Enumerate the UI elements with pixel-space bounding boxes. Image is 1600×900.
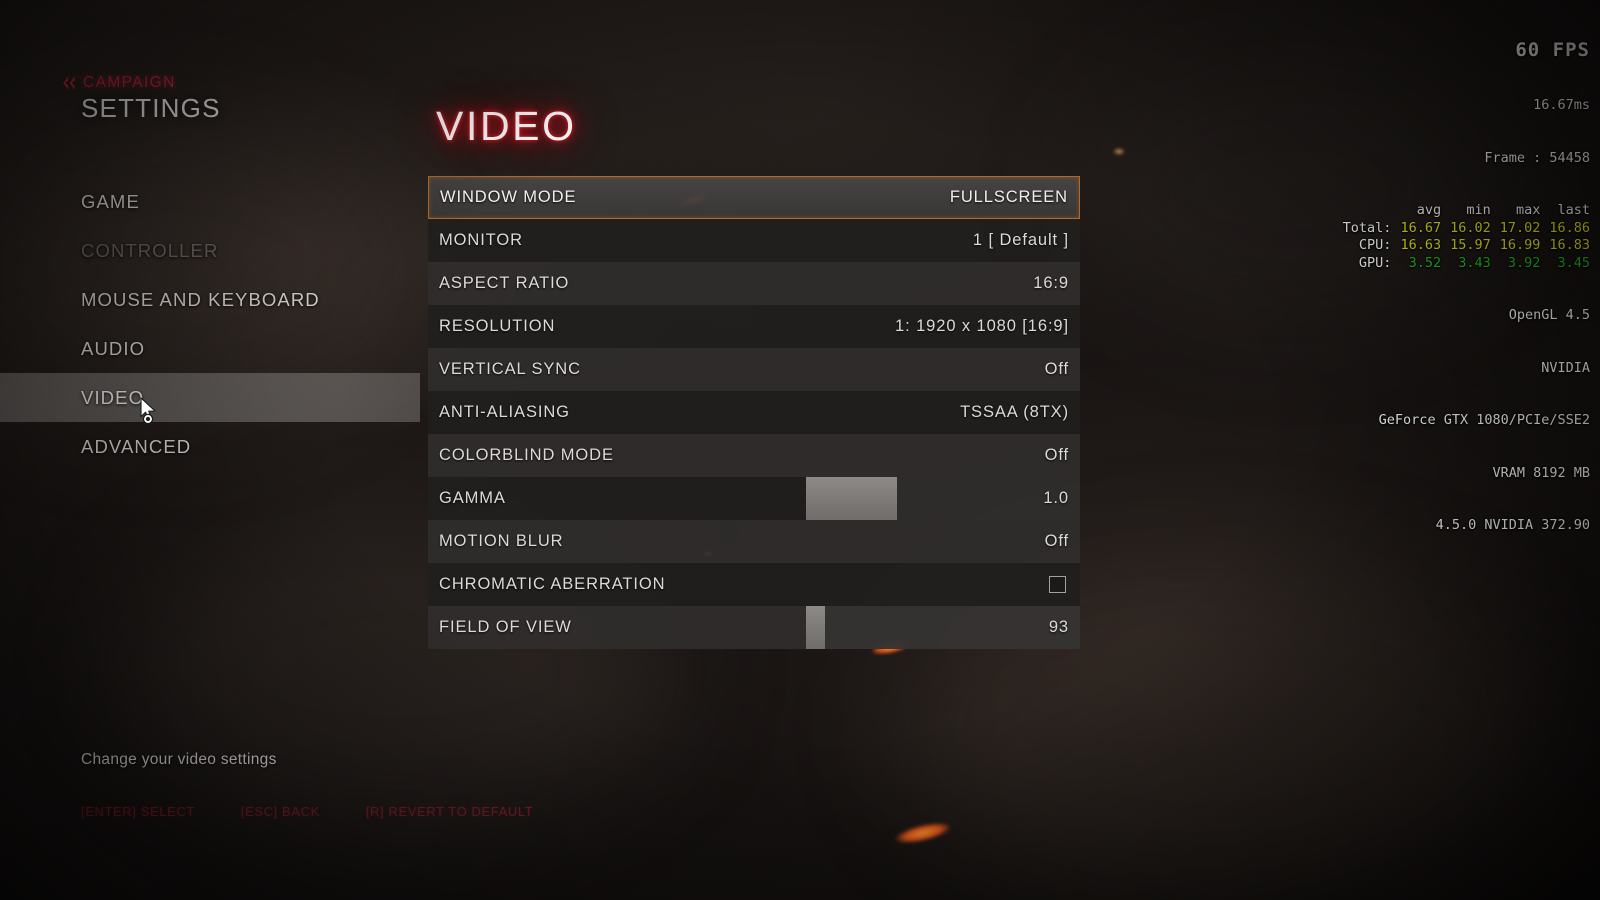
perf-row-gpu: GPU: 3.52 3.43 3.92 3.45 [1343,255,1590,273]
option-value: 1 [ Default ] [972,231,1069,249]
frametime-readout: 16.67ms [1533,97,1590,113]
option-row-motion-blur[interactable]: MOTION BLUR Off [428,520,1080,563]
hint-enter-select[interactable]: [ENTER] SELECT [81,804,195,819]
perf-value: 17.02 [1499,219,1541,236]
perf-value: 3.52 [1408,254,1442,271]
sidebar-item-label: CONTROLLER [81,240,219,261]
option-value: FULLSCREEN [949,188,1068,206]
perf-col-last: last [1557,202,1590,218]
option-row-vertical-sync[interactable]: VERTICAL SYNC Off [428,348,1080,391]
perf-row-cpu: CPU: 16.63 15.97 16.99 16.83 [1343,237,1590,255]
sidebar-item-advanced[interactable]: ADVANCED [0,422,420,471]
option-label: WINDOW MODE [440,188,577,206]
option-label: MONITOR [439,231,523,249]
option-value: 16:9 [1033,274,1069,292]
option-row-aspect-ratio[interactable]: ASPECT RATIO 16:9 [428,262,1080,305]
option-label: ANTI-ALIASING [439,403,570,421]
perf-row-label: Total: [1342,219,1392,236]
option-label: CHROMATIC ABERRATION [439,575,666,593]
option-value: Off [1044,532,1069,550]
perf-value: 16.63 [1400,237,1442,253]
sidebar-item-label: ADVANCED [81,436,192,457]
gamma-slider-fill[interactable] [806,477,897,520]
settings-heading: SETTINGS [81,93,221,123]
option-label: GAMMA [439,489,506,507]
option-row-monitor[interactable]: MONITOR 1 [ Default ] [428,219,1080,262]
driver-version: 4.5.0 NVIDIA 372.90 [1435,517,1590,533]
option-value: 1.0 [1043,489,1069,507]
field-of-view-slider-fill[interactable] [806,606,825,649]
graphics-api: OpenGL 4.5 [1508,307,1590,323]
chromatic-aberration-checkbox[interactable] [1049,576,1066,593]
perf-value: 16.02 [1450,219,1491,236]
option-row-anti-aliasing[interactable]: ANTI-ALIASING TSSAA (8TX) [428,391,1080,434]
option-value: TSSAA (8TX) [960,403,1069,421]
perf-stats-table: avg min max last Total: 16.67 16.02 17.0… [1343,202,1590,272]
sidebar-item-video[interactable]: VIDEO [0,373,420,422]
frame-counter: Frame : 54458 [1484,149,1590,166]
field-of-view-slider-track[interactable] [806,606,1080,649]
sidebar-item-label: GAME [81,191,140,212]
sidebar-item-mouse-and-keyboard[interactable]: MOUSE AND KEYBOARD [0,275,420,324]
hint-esc-back[interactable]: [ESC] BACK [241,804,320,819]
perf-value: 15.97 [1450,237,1491,253]
perf-row-total: Total: 16.67 16.02 17.02 16.86 [1343,220,1590,238]
option-label: RESOLUTION [439,317,556,335]
performance-overlay: 60 FPS 16.67ms Frame : 54458 avg min max… [1343,4,1590,570]
video-options-list: WINDOW MODE FULLSCREEN MONITOR 1 [ Defau… [428,176,1080,649]
fps-counter: 60 FPS [1515,39,1590,61]
option-label: MOTION BLUR [439,532,564,550]
perf-col-avg: avg [1416,202,1442,218]
perf-value: 3.92 [1507,254,1541,271]
sidebar-item-controller: CONTROLLER [0,226,420,275]
perf-col-max: max [1515,202,1541,218]
option-row-window-mode[interactable]: WINDOW MODE FULLSCREEN [428,176,1080,219]
ember-glow [893,818,953,848]
option-row-colorblind-mode[interactable]: COLORBLIND MODE Off [428,434,1080,477]
gpu-vendor: NVIDIA [1541,359,1590,376]
perf-col-min: min [1466,202,1491,218]
vram-readout: VRAM 8192 MB [1492,464,1590,481]
double-chevron-left-icon [62,75,76,91]
option-value: 1: 1920 x 1080 [16:9] [895,317,1069,335]
game-settings-screen: CAMPAIGN SETTINGS GAME CONTROLLER MOUSE … [0,0,1600,900]
back-to-campaign-label: CAMPAIGN [83,74,176,91]
option-value: Off [1044,360,1069,378]
perf-header-row: avg min max last [1343,202,1590,220]
perf-row-label: GPU: [1358,254,1392,271]
perf-value: 16.83 [1549,237,1590,253]
sidebar-item-label: AUDIO [81,338,146,359]
page-title: VIDEO [436,103,577,149]
settings-nav-list: GAME CONTROLLER MOUSE AND KEYBOARD AUDIO… [0,177,420,471]
sidebar-item-label: MOUSE AND KEYBOARD [81,289,320,310]
ember-glow [1113,148,1125,155]
option-label: ASPECT RATIO [439,274,570,292]
gpu-renderer: GeForce GTX 1080/PCIe/SSE2 [1378,412,1590,428]
perf-value: 16.67 [1400,219,1442,236]
back-to-campaign-button[interactable]: CAMPAIGN [62,74,176,92]
option-row-chromatic-aberration[interactable]: CHROMATIC ABERRATION [428,563,1080,606]
sidebar-item-game[interactable]: GAME [0,177,420,226]
perf-value: 16.86 [1549,219,1590,236]
option-label: VERTICAL SYNC [439,360,581,378]
option-value: 93 [1048,618,1069,636]
perf-row-label [1343,202,1392,220]
perf-value: 3.43 [1458,254,1491,271]
option-label: FIELD OF VIEW [439,618,572,636]
option-row-gamma[interactable]: GAMMA 1.0 [428,477,1080,520]
key-hints-bar: [ENTER] SELECT [ESC] BACK [R] REVERT TO … [81,804,533,819]
option-row-field-of-view[interactable]: FIELD OF VIEW 93 [428,606,1080,649]
sidebar-item-label: VIDEO [81,387,145,408]
option-row-resolution[interactable]: RESOLUTION 1: 1920 x 1080 [16:9] [428,305,1080,348]
perf-value: 3.45 [1557,254,1590,271]
settings-description: Change your video settings [81,751,277,768]
perf-value: 16.99 [1499,237,1541,253]
option-label: COLORBLIND MODE [439,446,614,464]
option-value: Off [1044,446,1069,464]
sidebar-item-audio[interactable]: AUDIO [0,324,420,373]
hint-revert-to-default[interactable]: [R] REVERT TO DEFAULT [366,804,533,819]
perf-row-label: CPU: [1358,237,1392,253]
